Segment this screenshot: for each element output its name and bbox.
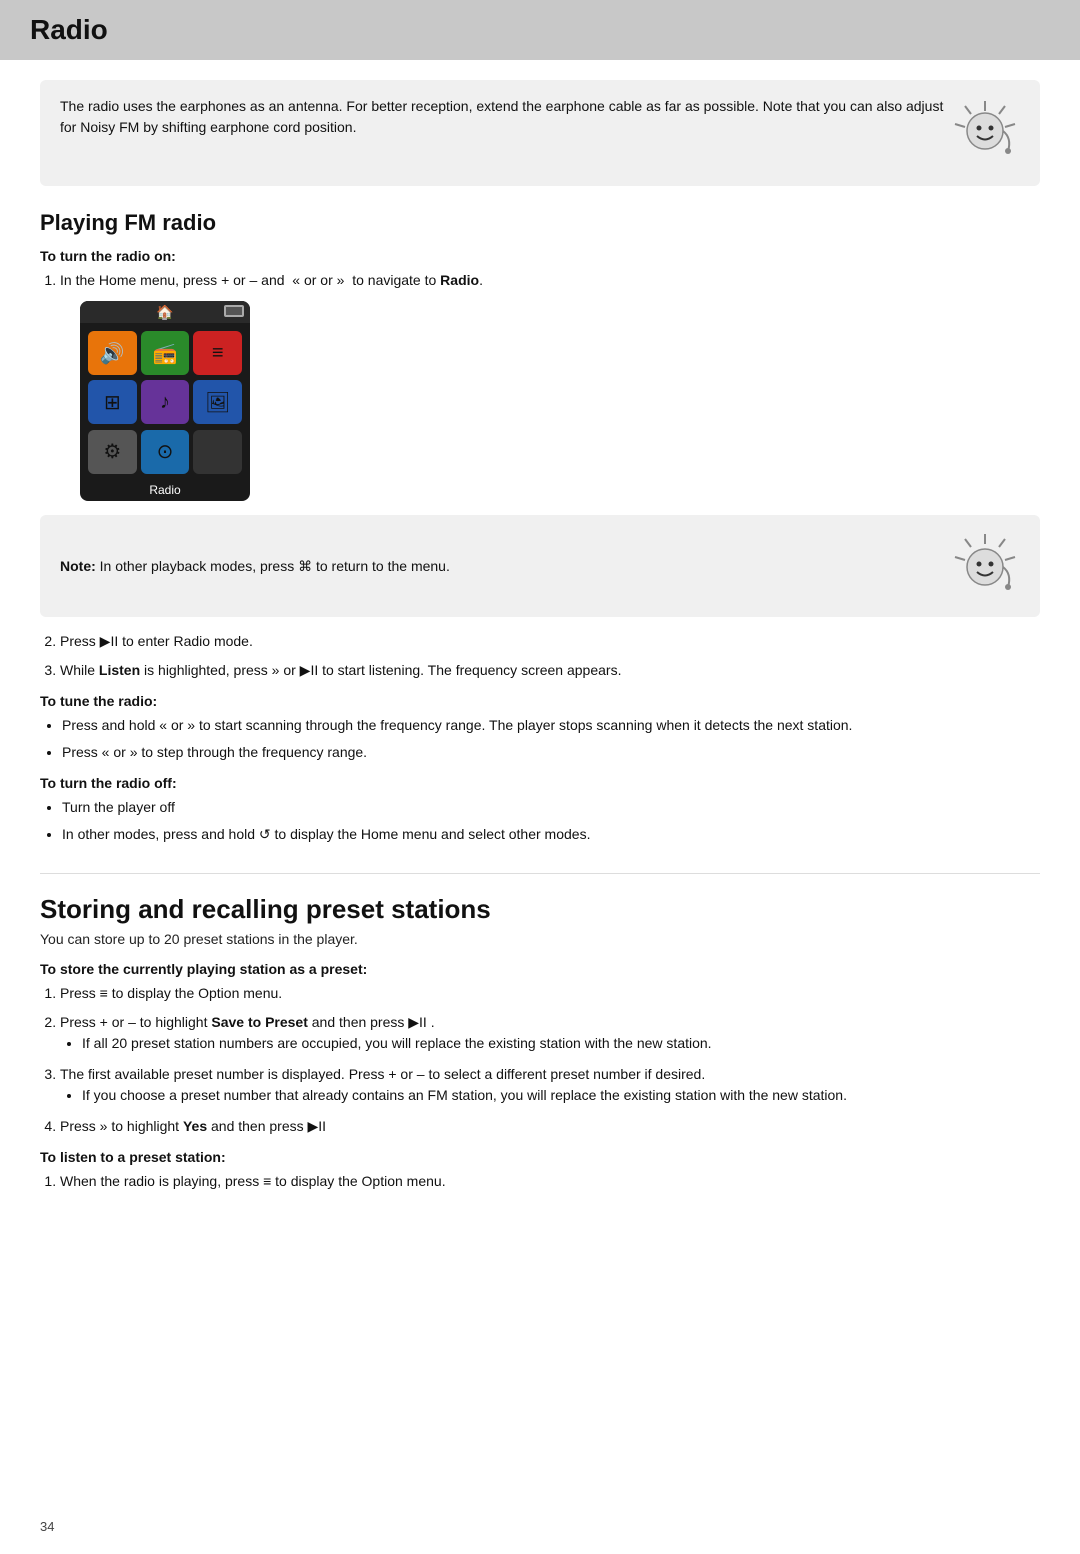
storing-title: Storing and recalling preset stations (40, 873, 1040, 925)
note-text: In other playback modes, press ⌘ to retu… (100, 558, 450, 574)
content-area: The radio uses the earphones as an anten… (0, 80, 1080, 1192)
note-box-2: Note: In other playback modes, press ⌘ t… (40, 515, 1040, 617)
turn-off-heading: To turn the radio off: (40, 775, 1040, 791)
turn-on-steps: In the Home menu, press + or – and « or … (60, 270, 1040, 291)
grid-icon-4: ⊞ (88, 380, 137, 424)
top-note-box: The radio uses the earphones as an anten… (40, 80, 1040, 186)
tune-bullets: Press and hold « or » to start scanning … (62, 715, 1040, 763)
note-bold: Note: (60, 558, 96, 574)
listen-preset-steps: When the radio is playing, press ≡ to di… (60, 1171, 1040, 1192)
device-screenshot: 🏠 🔊 📻 ≡ ⊞ ♪ 🖼 ⚙ ⊙ Radio (80, 301, 250, 501)
device-grid: 🔊 📻 ≡ ⊞ ♪ 🖼 ⚙ ⊙ (80, 323, 250, 483)
listen-preset-heading: To listen to a preset station: (40, 1149, 1040, 1165)
storing-subtitle: You can store up to 20 preset stations i… (40, 931, 1040, 947)
store-preset-heading: To store the currently playing station a… (40, 961, 1040, 977)
storing-section: Storing and recalling preset stations Yo… (40, 873, 1040, 1192)
top-note-text: The radio uses the earphones as an anten… (60, 96, 950, 138)
tune-bullet-1: Press and hold « or » to start scanning … (62, 715, 1040, 736)
step-3: While Listen is highlighted, press » or … (60, 660, 1040, 681)
grid-icon-2: 📻 (141, 331, 190, 375)
store-step-4: Press » to highlight Yes and then press … (60, 1116, 1040, 1137)
turn-off-bullet-2: In other modes, press and hold ↺ to disp… (62, 824, 1040, 845)
note-box-2-text: Note: In other playback modes, press ⌘ t… (60, 556, 950, 577)
store-step-3: The first available preset number is dis… (60, 1064, 1040, 1106)
tune-bullet-2: Press « or » to step through the frequen… (62, 742, 1040, 763)
turn-off-bullets: Turn the player off In other modes, pres… (62, 797, 1040, 845)
playing-fm-section: Playing FM radio To turn the radio on: I… (40, 210, 1040, 845)
grid-icon-1: 🔊 (88, 331, 137, 375)
page-header: Radio (0, 0, 1080, 60)
battery-indicator (224, 305, 244, 317)
device-screen: 🏠 🔊 📻 ≡ ⊞ ♪ 🖼 ⚙ ⊙ Radio (80, 301, 250, 501)
device-top-bar: 🏠 (80, 301, 250, 323)
earphone-icon-2 (950, 529, 1020, 603)
page-title: Radio (30, 14, 1050, 46)
home-icon: 🏠 (156, 304, 173, 321)
grid-icon-8: ⊙ (141, 430, 190, 474)
step-2: Press ▶II to enter Radio mode. (60, 631, 1040, 652)
step-1: In the Home menu, press + or – and « or … (60, 270, 1040, 291)
store-step-2-bullets: If all 20 preset station numbers are occ… (82, 1033, 1040, 1054)
grid-icon-6: 🖼 (193, 380, 242, 424)
grid-icon-3: ≡ (193, 331, 242, 375)
store-preset-steps: Press ≡ to display the Option menu. Pres… (60, 983, 1040, 1137)
grid-icon-5: ♪ (141, 380, 190, 424)
grid-icon-7: ⚙ (88, 430, 137, 474)
store-step-3-bullet: If you choose a preset number that alrea… (82, 1085, 1040, 1106)
turn-on-heading: To turn the radio on: (40, 248, 1040, 264)
turn-off-bullet-1: Turn the player off (62, 797, 1040, 818)
earphone-icon (950, 96, 1020, 170)
store-step-2: Press + or – to highlight Save to Preset… (60, 1012, 1040, 1054)
tune-heading: To tune the radio: (40, 693, 1040, 709)
store-step-2-bullet: If all 20 preset station numbers are occ… (82, 1033, 1040, 1054)
store-step-3-bullets: If you choose a preset number that alrea… (82, 1085, 1040, 1106)
device-label: Radio (80, 483, 250, 501)
store-step-1: Press ≡ to display the Option menu. (60, 983, 1040, 1004)
grid-icon-9 (193, 430, 242, 474)
playing-fm-title: Playing FM radio (40, 210, 1040, 236)
listen-step-1: When the radio is playing, press ≡ to di… (60, 1171, 1040, 1192)
steps-2-3: Press ▶II to enter Radio mode. While Lis… (60, 631, 1040, 681)
page-number: 34 (40, 1519, 54, 1534)
